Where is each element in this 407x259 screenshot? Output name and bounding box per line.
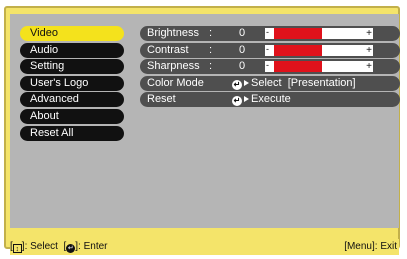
- reset-action: ↵ Execute: [232, 92, 291, 107]
- contrast-value: 0: [238, 44, 246, 56]
- sharpness-minus: -: [266, 60, 269, 70]
- menu-item-advanced[interactable]: Advanced: [20, 92, 124, 107]
- color-mode-label: Color Mode: [147, 77, 204, 89]
- reset-row[interactable]: Reset ↵ Execute: [140, 92, 400, 107]
- right-arrow-icon: [244, 80, 249, 86]
- sharpness-plus: +: [366, 61, 372, 72]
- brightness-colon: :: [209, 27, 213, 39]
- select-hint: : Select: [24, 241, 58, 252]
- projector-osd: Video Audio Setting User's Logo Advanced…: [0, 0, 407, 259]
- color-mode-current: [Presentation]: [287, 77, 356, 89]
- color-mode-row[interactable]: Color Mode ↵ Select [Presentation]: [140, 76, 400, 91]
- enter-icon: ↵: [66, 244, 76, 253]
- menu-item-video[interactable]: Video: [20, 26, 124, 41]
- brightness-minus: -: [266, 27, 269, 37]
- contrast-row[interactable]: Contrast : 0 - +: [140, 43, 400, 58]
- reset-action-label: Execute: [251, 93, 291, 105]
- contrast-slider[interactable]: - +: [265, 44, 373, 56]
- right-arrow-icon: [244, 96, 249, 102]
- enter-icon: ↵: [232, 96, 242, 106]
- brightness-label: Brightness: [147, 27, 199, 39]
- color-mode-action: ↵ Select [Presentation]: [232, 76, 356, 91]
- contrast-plus: +: [366, 45, 372, 56]
- menu-item-setting[interactable]: Setting: [20, 59, 124, 74]
- brightness-slider[interactable]: - +: [265, 27, 373, 39]
- menu-item-audio[interactable]: Audio: [20, 43, 124, 58]
- sharpness-value: 0: [238, 60, 246, 72]
- reset-label: Reset: [147, 93, 176, 105]
- sharpness-slider[interactable]: - +: [265, 60, 373, 72]
- contrast-colon: :: [209, 44, 213, 56]
- status-bar: [↕]: Select [↵]: Enter [Menu]: Exit: [10, 239, 399, 255]
- sharpness-colon: :: [209, 60, 213, 72]
- contrast-minus: -: [266, 44, 269, 54]
- brightness-slider-fill: [274, 28, 322, 39]
- menu-item-about[interactable]: About: [20, 109, 124, 124]
- contrast-label: Contrast: [147, 44, 189, 56]
- menu-item-reset-all[interactable]: Reset All: [20, 126, 124, 141]
- sharpness-row[interactable]: Sharpness : 0 - +: [140, 59, 400, 74]
- status-hints: [↕]: Select [↵]: Enter: [10, 241, 108, 253]
- menu-item-users-logo[interactable]: User's Logo: [20, 76, 124, 91]
- brightness-row[interactable]: Brightness : 0 - +: [140, 26, 400, 41]
- enter-hint: : Enter: [78, 241, 108, 252]
- contrast-slider-fill: [274, 45, 322, 56]
- color-mode-action-label: Select: [251, 77, 282, 89]
- brightness-value: 0: [238, 27, 246, 39]
- enter-icon: ↵: [232, 80, 242, 90]
- exit-hint: [Menu]: Exit: [344, 241, 397, 252]
- sharpness-slider-fill: [274, 61, 322, 72]
- brightness-plus: +: [366, 28, 372, 39]
- sharpness-label: Sharpness: [147, 60, 200, 72]
- updown-icon: ↕: [12, 244, 22, 253]
